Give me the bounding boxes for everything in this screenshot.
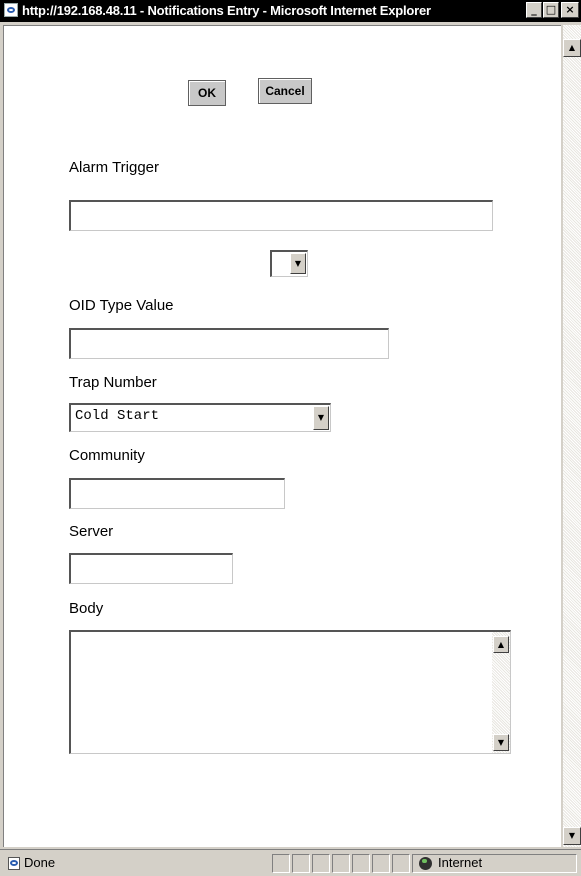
server-label: Server <box>69 523 114 540</box>
body-scrollbar[interactable]: ▲ ▼ <box>492 632 510 753</box>
trap-number-value: Cold Start <box>75 408 160 424</box>
body-textarea[interactable]: ▲ ▼ <box>69 630 511 754</box>
alarm-trigger-input[interactable] <box>69 200 493 231</box>
server-input[interactable] <box>69 553 233 584</box>
page-content: OK Cancel Alarm Trigger ▼ OID Type Value… <box>3 25 561 847</box>
trap-number-select[interactable]: Cold Start ▼ <box>69 403 331 432</box>
status-cell <box>292 854 310 873</box>
maximize-button[interactable]: □ <box>543 2 559 18</box>
close-button[interactable]: × <box>561 2 579 18</box>
scroll-up-icon[interactable]: ▲ <box>563 39 581 57</box>
status-cell <box>332 854 350 873</box>
dropdown-arrow-icon[interactable]: ▼ <box>290 253 306 274</box>
scroll-down-icon[interactable]: ▼ <box>493 734 509 751</box>
status-text: Done <box>24 855 56 870</box>
zone-text: Internet <box>438 855 483 870</box>
oid-type-input[interactable] <box>69 328 389 359</box>
oid-type-label: OID Type Value <box>69 297 174 314</box>
status-bar: Done Internet <box>0 849 581 876</box>
alarm-trigger-label: Alarm Trigger <box>69 159 160 176</box>
zone-cell: Internet <box>412 854 577 873</box>
ok-button[interactable]: OK <box>188 80 226 106</box>
browser-window: http://192.168.48.11 - Notifications Ent… <box>0 0 581 876</box>
status-cell <box>312 854 330 873</box>
scroll-up-icon[interactable]: ▲ <box>493 636 509 653</box>
page-scrollbar[interactable]: ▲ ▼ <box>563 25 581 847</box>
status-cell <box>352 854 370 873</box>
status-cell <box>372 854 390 873</box>
window-title: http://192.168.48.11 - Notifications Ent… <box>22 3 431 18</box>
ie-window-icon <box>4 3 18 17</box>
alarm-trigger-select[interactable]: ▼ <box>270 250 308 277</box>
ie-page-icon <box>8 857 20 870</box>
trap-number-label: Trap Number <box>69 374 157 391</box>
dropdown-arrow-icon[interactable]: ▼ <box>313 406 329 430</box>
community-label: Community <box>69 447 145 464</box>
status-cell <box>392 854 410 873</box>
scroll-down-icon[interactable]: ▼ <box>563 827 581 845</box>
minimize-button[interactable]: _ <box>526 2 542 18</box>
community-input[interactable] <box>69 478 285 509</box>
title-bar[interactable]: http://192.168.48.11 - Notifications Ent… <box>0 0 581 22</box>
cancel-button[interactable]: Cancel <box>258 78 312 104</box>
body-label: Body <box>69 600 104 617</box>
internet-globe-icon <box>419 857 432 870</box>
status-cell <box>272 854 290 873</box>
